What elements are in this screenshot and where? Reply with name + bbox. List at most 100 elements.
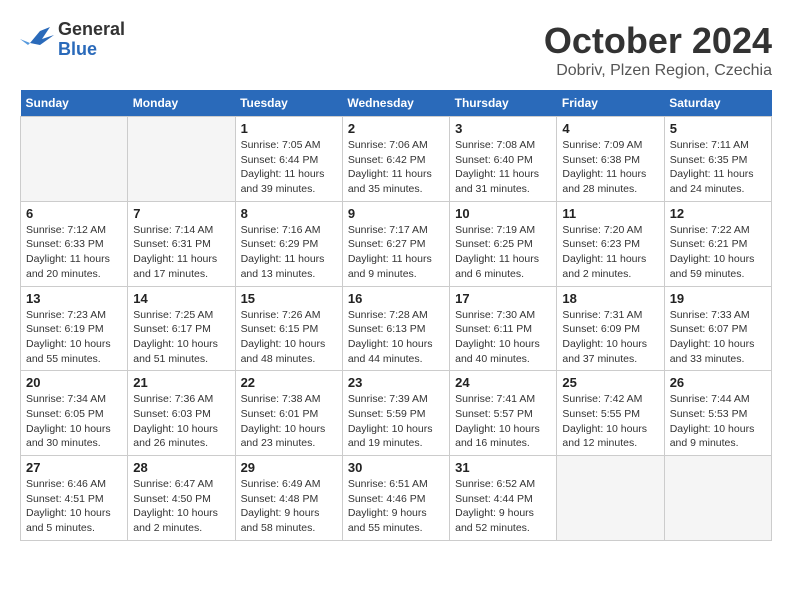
day-number: 3 [455,121,551,136]
day-info: Sunrise: 7:25 AMSunset: 6:17 PMDaylight:… [133,308,229,367]
calendar-day: 22 Sunrise: 7:38 AMSunset: 6:01 PMDayligh… [235,371,342,456]
day-info: Sunrise: 6:51 AMSunset: 4:46 PMDaylight:… [348,477,444,536]
day-number: 28 [133,460,229,475]
calendar-day [21,117,128,202]
calendar-day: 15 Sunrise: 7:26 AMSunset: 6:15 PMDayligh… [235,286,342,371]
day-info: Sunrise: 6:47 AMSunset: 4:50 PMDaylight:… [133,477,229,536]
day-info: Sunrise: 7:26 AMSunset: 6:15 PMDaylight:… [241,308,337,367]
day-info: Sunrise: 7:19 AMSunset: 6:25 PMDaylight:… [455,223,551,282]
calendar-day: 18 Sunrise: 7:31 AMSunset: 6:09 PMDayligh… [557,286,664,371]
day-number: 20 [26,375,122,390]
header-row: SundayMondayTuesdayWednesdayThursdayFrid… [21,90,772,117]
calendar-table: SundayMondayTuesdayWednesdayThursdayFrid… [20,90,772,541]
day-number: 15 [241,291,337,306]
day-info: Sunrise: 7:42 AMSunset: 5:55 PMDaylight:… [562,392,658,451]
calendar-day: 2 Sunrise: 7:06 AMSunset: 6:42 PMDaylight… [342,117,449,202]
day-number: 8 [241,206,337,221]
calendar-day: 20Sunrise: 7:34 AMSunset: 6:05 PMDayligh… [21,371,128,456]
calendar-day: 24 Sunrise: 7:41 AMSunset: 5:57 PMDayligh… [450,371,557,456]
day-info: Sunrise: 7:31 AMSunset: 6:09 PMDaylight:… [562,308,658,367]
month-title: October 2024 [544,20,772,62]
header-day-tuesday: Tuesday [235,90,342,117]
day-number: 14 [133,291,229,306]
calendar-day: 1 Sunrise: 7:05 AMSunset: 6:44 PMDaylight… [235,117,342,202]
calendar-week-1: 1 Sunrise: 7:05 AMSunset: 6:44 PMDaylight… [21,117,772,202]
day-info: Sunrise: 6:46 AMSunset: 4:51 PMDaylight:… [26,477,122,536]
calendar-day: 16Sunrise: 7:28 AMSunset: 6:13 PMDayligh… [342,286,449,371]
calendar-day [128,117,235,202]
day-info: Sunrise: 7:20 AMSunset: 6:23 PMDaylight:… [562,223,658,282]
day-number: 30 [348,460,444,475]
calendar-day: 29Sunrise: 6:49 AMSunset: 4:48 PMDayligh… [235,456,342,541]
calendar-day: 17 Sunrise: 7:30 AMSunset: 6:11 PMDayligh… [450,286,557,371]
calendar-day: 19Sunrise: 7:33 AMSunset: 6:07 PMDayligh… [664,286,771,371]
calendar-day: 26Sunrise: 7:44 AMSunset: 5:53 PMDayligh… [664,371,771,456]
day-number: 10 [455,206,551,221]
calendar-day: 23 Sunrise: 7:39 AMSunset: 5:59 PMDayligh… [342,371,449,456]
calendar-day: 10 Sunrise: 7:19 AMSunset: 6:25 PMDayligh… [450,201,557,286]
day-info: Sunrise: 7:41 AMSunset: 5:57 PMDaylight:… [455,392,551,451]
day-info: Sunrise: 7:23 AMSunset: 6:19 PMDaylight:… [26,308,122,367]
day-info: Sunrise: 7:30 AMSunset: 6:11 PMDaylight:… [455,308,551,367]
logo-general: General [58,19,125,39]
header-day-friday: Friday [557,90,664,117]
header-day-thursday: Thursday [450,90,557,117]
day-number: 13 [26,291,122,306]
calendar-day: 12 Sunrise: 7:22 AMSunset: 6:21 PMDayligh… [664,201,771,286]
header-day-saturday: Saturday [664,90,771,117]
calendar-day: 14 Sunrise: 7:25 AMSunset: 6:17 PMDayligh… [128,286,235,371]
day-info: Sunrise: 7:22 AMSunset: 6:21 PMDaylight:… [670,223,766,282]
day-number: 23 [348,375,444,390]
day-info: Sunrise: 7:08 AMSunset: 6:40 PMDaylight:… [455,138,551,197]
day-number: 17 [455,291,551,306]
day-info: Sunrise: 7:11 AMSunset: 6:35 PMDaylight:… [670,138,766,197]
calendar-day: 28 Sunrise: 6:47 AMSunset: 4:50 PMDayligh… [128,456,235,541]
calendar-week-4: 20Sunrise: 7:34 AMSunset: 6:05 PMDayligh… [21,371,772,456]
calendar-day [557,456,664,541]
day-number: 24 [455,375,551,390]
day-info: Sunrise: 6:52 AMSunset: 4:44 PMDaylight:… [455,477,551,536]
calendar-day: 9 Sunrise: 7:17 AMSunset: 6:27 PMDaylight… [342,201,449,286]
day-info: Sunrise: 7:28 AMSunset: 6:13 PMDaylight:… [348,308,444,367]
location: Dobriv, Plzen Region, Czechia [544,62,772,80]
day-number: 29 [241,460,337,475]
day-number: 12 [670,206,766,221]
day-number: 27 [26,460,122,475]
day-number: 19 [670,291,766,306]
day-info: Sunrise: 7:14 AMSunset: 6:31 PMDaylight:… [133,223,229,282]
calendar-header: SundayMondayTuesdayWednesdayThursdayFrid… [21,90,772,117]
day-info: Sunrise: 7:17 AMSunset: 6:27 PMDaylight:… [348,223,444,282]
logo: General Blue [20,20,125,60]
header-day-sunday: Sunday [21,90,128,117]
day-info: Sunrise: 7:12 AMSunset: 6:33 PMDaylight:… [26,223,122,282]
calendar-day: 8Sunrise: 7:16 AMSunset: 6:29 PMDaylight… [235,201,342,286]
calendar-body: 1 Sunrise: 7:05 AMSunset: 6:44 PMDaylight… [21,117,772,541]
day-number: 2 [348,121,444,136]
day-number: 9 [348,206,444,221]
calendar-day: 5Sunrise: 7:11 AMSunset: 6:35 PMDaylight… [664,117,771,202]
calendar-week-2: 6Sunrise: 7:12 AMSunset: 6:33 PMDaylight… [21,201,772,286]
day-number: 4 [562,121,658,136]
day-number: 22 [241,375,337,390]
title-block: October 2024 Dobriv, Plzen Region, Czech… [544,20,772,80]
day-number: 7 [133,206,229,221]
day-number: 1 [241,121,337,136]
calendar-day: 27 Sunrise: 6:46 AMSunset: 4:51 PMDayligh… [21,456,128,541]
day-info: Sunrise: 7:44 AMSunset: 5:53 PMDaylight:… [670,392,766,451]
calendar-day: 30 Sunrise: 6:51 AMSunset: 4:46 PMDayligh… [342,456,449,541]
logo-icon [20,23,54,57]
calendar-day: 11 Sunrise: 7:20 AMSunset: 6:23 PMDayligh… [557,201,664,286]
day-number: 18 [562,291,658,306]
header-day-wednesday: Wednesday [342,90,449,117]
day-number: 11 [562,206,658,221]
day-number: 25 [562,375,658,390]
day-number: 31 [455,460,551,475]
day-info: Sunrise: 7:36 AMSunset: 6:03 PMDaylight:… [133,392,229,451]
calendar-week-3: 13 Sunrise: 7:23 AMSunset: 6:19 PMDayligh… [21,286,772,371]
day-info: Sunrise: 7:05 AMSunset: 6:44 PMDaylight:… [241,138,337,197]
day-info: Sunrise: 7:39 AMSunset: 5:59 PMDaylight:… [348,392,444,451]
day-info: Sunrise: 7:38 AMSunset: 6:01 PMDaylight:… [241,392,337,451]
calendar-day: 31 Sunrise: 6:52 AMSunset: 4:44 PMDayligh… [450,456,557,541]
day-number: 21 [133,375,229,390]
day-info: Sunrise: 7:06 AMSunset: 6:42 PMDaylight:… [348,138,444,197]
